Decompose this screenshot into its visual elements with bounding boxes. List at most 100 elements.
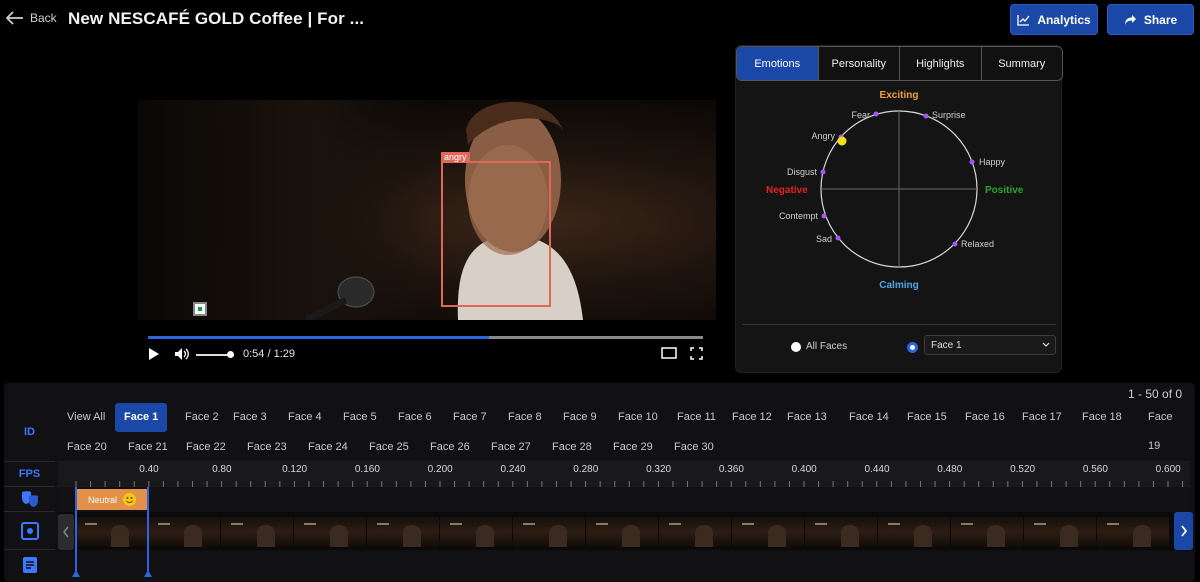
- face-tab-face-8[interactable]: Face 8: [499, 403, 551, 432]
- back-label: Back: [30, 11, 57, 25]
- ruler-label: 0.400: [791, 464, 817, 475]
- emotion-point-fear: [873, 111, 879, 117]
- volume-icon[interactable]: [174, 347, 190, 361]
- strip-prev-button[interactable]: [58, 514, 74, 550]
- video-progress-bar[interactable]: [148, 336, 703, 339]
- face-tab-face-17[interactable]: Face 17: [1013, 403, 1071, 432]
- face-tab-face-18[interactable]: Face 18: [1073, 403, 1131, 432]
- face-tab-face-30[interactable]: Face 30: [665, 433, 723, 462]
- frame-thumbnail[interactable]: [805, 517, 878, 547]
- chart-line-icon: [1017, 14, 1030, 26]
- all-faces-radio[interactable]: [791, 341, 801, 352]
- strip-next-button[interactable]: [1174, 512, 1193, 550]
- frame-thumbnail[interactable]: [440, 517, 513, 547]
- face-select-dropdown[interactable]: Face 1: [924, 335, 1056, 355]
- chevron-left-icon: [63, 526, 69, 538]
- face-tab-face-16[interactable]: Face 16: [956, 403, 1014, 432]
- ruler-ticks: [75, 481, 1184, 487]
- face-tab-face-21[interactable]: Face 21: [119, 433, 177, 462]
- video-controls: 0:54 / 1:29: [148, 346, 704, 364]
- emotion-segment-neutral[interactable]: Neutral: [75, 489, 148, 510]
- video-player[interactable]: [138, 100, 716, 320]
- frame-thumbnail[interactable]: [732, 517, 805, 547]
- emotion-point-happy: [969, 159, 975, 165]
- face-tab-face-12[interactable]: Face 12: [723, 403, 781, 432]
- smiley-icon: [123, 493, 137, 506]
- tab-highlights[interactable]: Highlights: [900, 47, 982, 80]
- ruler-label: 0.240: [500, 464, 526, 475]
- all-faces-option[interactable]: All Faces: [791, 341, 847, 352]
- range-start-handle[interactable]: [75, 487, 77, 575]
- emotion-wheel: Exciting Calming Negative Positive Fear …: [766, 90, 1024, 291]
- frame-thumbnail[interactable]: [659, 517, 732, 547]
- back-button[interactable]: Back: [6, 11, 57, 25]
- face-select-radio[interactable]: [907, 342, 918, 353]
- ruler-label: 0.600: [1155, 464, 1181, 475]
- range-end-triangle[interactable]: [144, 570, 152, 577]
- frame-thumbnail[interactable]: [221, 517, 294, 547]
- theater-mode-icon[interactable]: [661, 347, 677, 359]
- face-tab-face-2[interactable]: Face 2: [176, 403, 228, 432]
- face-tab-face-9[interactable]: Face 9: [554, 403, 606, 432]
- face-tab-view-all[interactable]: View All: [58, 403, 114, 432]
- face-tab-face-24[interactable]: Face 24: [299, 433, 357, 462]
- emotion-point-disgust: [820, 169, 826, 175]
- page-title: New NESCAFÉ GOLD Coffee | For ...: [68, 9, 365, 28]
- tab-emotions[interactable]: Emotions: [737, 47, 819, 80]
- face-tab-face-7[interactable]: Face 7: [444, 403, 496, 432]
- face-tab-face-14[interactable]: Face 14: [840, 403, 898, 432]
- ruler-label: 0.560: [1082, 464, 1108, 475]
- share-button[interactable]: Share: [1107, 4, 1194, 35]
- face-tab-face-10[interactable]: Face 10: [609, 403, 667, 432]
- face-tab-face-23[interactable]: Face 23: [238, 433, 296, 462]
- face-tab-face-13[interactable]: Face 13: [778, 403, 836, 432]
- face-emotion-label: angry: [441, 152, 470, 162]
- tab-personality[interactable]: Personality: [818, 47, 900, 80]
- face-tab-face-15[interactable]: Face 15: [898, 403, 956, 432]
- arrow-left-icon: [6, 11, 23, 25]
- face-tab-face-19[interactable]: Face 19: [1139, 403, 1190, 452]
- face-tab-face-3[interactable]: Face 3: [224, 403, 276, 432]
- face-tab-face-22[interactable]: Face 22: [177, 433, 235, 462]
- emotion-point-contempt: [821, 213, 827, 219]
- emotion-segment-label: Neutral: [88, 494, 118, 505]
- frame-thumbnail[interactable]: [1097, 517, 1169, 547]
- face-tab-face-28[interactable]: Face 28: [543, 433, 601, 462]
- overlay-marker[interactable]: [193, 302, 207, 316]
- tab-summary[interactable]: Summary: [981, 47, 1062, 80]
- frame-thumbnail[interactable]: [148, 517, 221, 547]
- face-tab-face-29[interactable]: Face 29: [604, 433, 662, 462]
- volume-knob[interactable]: [227, 351, 235, 358]
- face-tab-face-1[interactable]: Face 1: [115, 403, 168, 432]
- frame-thumbnail[interactable]: [75, 517, 148, 547]
- emotion-label-sad: Sad: [816, 234, 832, 244]
- face-tab-face-4[interactable]: Face 4: [279, 403, 331, 432]
- range-end-handle[interactable]: [147, 487, 149, 575]
- frame-thumbnail[interactable]: [1024, 517, 1097, 547]
- range-start-triangle[interactable]: [72, 570, 80, 577]
- face-tab-face-26[interactable]: Face 26: [421, 433, 479, 462]
- ruler-label: 0.360: [718, 464, 744, 475]
- face-tab-face-27[interactable]: Face 27: [482, 433, 540, 462]
- analytics-button[interactable]: Analytics: [1010, 4, 1098, 35]
- fullscreen-icon[interactable]: [690, 347, 703, 360]
- face-tab-face-25[interactable]: Face 25: [360, 433, 418, 462]
- emotion-track: Neutral: [58, 487, 1190, 513]
- face-tab-face-20[interactable]: Face 20: [58, 433, 116, 462]
- video-background: [138, 100, 428, 320]
- frame-thumbnail[interactable]: [294, 517, 367, 547]
- frame-thumbnail[interactable]: [586, 517, 659, 547]
- frame-thumbnail[interactable]: [367, 517, 440, 547]
- chevron-down-icon: [1042, 342, 1050, 347]
- face-select-value: Face 1: [931, 340, 962, 351]
- frame-thumbnail[interactable]: [513, 517, 586, 547]
- frame-thumbnail[interactable]: [951, 517, 1024, 547]
- face-tab-face-5[interactable]: Face 5: [334, 403, 386, 432]
- face-tab-face-11[interactable]: Face 11: [668, 403, 725, 432]
- emotion-label-happy: Happy: [979, 157, 1006, 167]
- emotion-label-contempt: Contempt: [779, 211, 819, 221]
- play-icon[interactable]: [148, 347, 160, 361]
- face-tab-face-6[interactable]: Face 6: [389, 403, 441, 432]
- frame-thumbnail[interactable]: [878, 517, 951, 547]
- emotion-label-fear: Fear: [851, 110, 870, 120]
